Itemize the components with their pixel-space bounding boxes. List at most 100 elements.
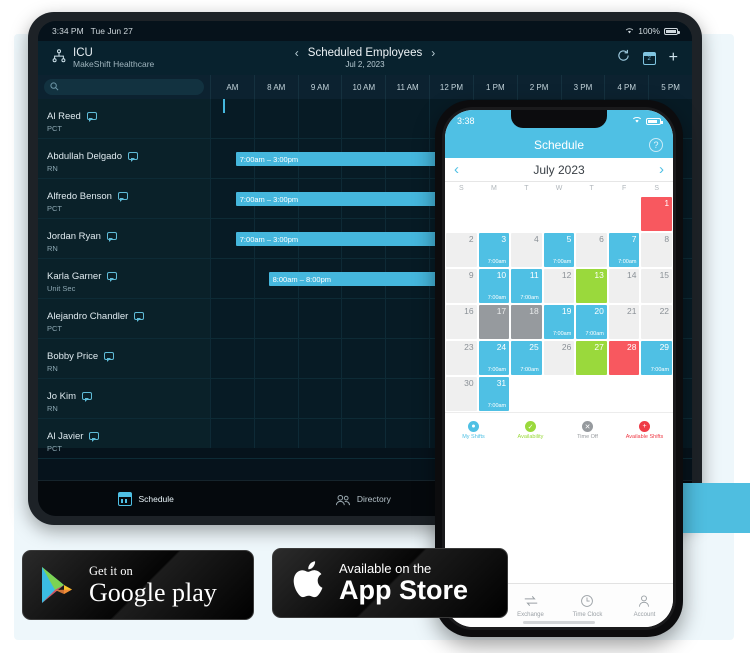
calendar-day-number: 26 xyxy=(561,342,572,352)
calendar-day-cell[interactable]: 18 xyxy=(511,305,542,339)
search-icon xyxy=(50,78,59,96)
chat-bubble-icon[interactable] xyxy=(104,352,115,362)
employee-row[interactable]: Jo Kim RN xyxy=(38,379,210,419)
time-axis-tick: 9 AM xyxy=(297,75,342,99)
tab-directory[interactable]: Directory xyxy=(335,493,391,505)
employee-row[interactable]: Karla Garner Unit Sec xyxy=(38,259,210,299)
calendar-day-number: 20 xyxy=(594,306,604,316)
time-axis-tick: 4 PM xyxy=(604,75,648,99)
employee-row[interactable]: Al Javier PCT xyxy=(38,419,210,459)
home-indicator xyxy=(523,621,595,624)
calendar-day-cell[interactable]: 14 xyxy=(608,269,640,303)
employee-row[interactable]: Alfredo Benson PCT xyxy=(38,179,210,219)
header-actions: 2 + xyxy=(617,49,678,67)
calendar-icon[interactable]: 2 xyxy=(642,51,656,65)
employee-row[interactable]: Bobby Price RN xyxy=(38,339,210,379)
time-axis-tick: 8 AM xyxy=(253,75,298,99)
calendar-day-cell[interactable]: 19 7:00am xyxy=(543,305,575,339)
calendar-day-cell[interactable]: 26 xyxy=(543,341,575,375)
calendar-day-cell[interactable]: 16 xyxy=(446,305,477,339)
calendar-day-cell[interactable]: 13 xyxy=(576,269,607,303)
calendar-day-cell[interactable]: 10 7:00am xyxy=(478,269,510,303)
unit-selector[interactable]: ICU MakeShift Healthcare xyxy=(52,47,154,70)
calendar-day-cell[interactable]: 25 7:00am xyxy=(511,341,542,375)
calendar-day-cell[interactable]: 30 xyxy=(446,377,477,411)
chat-bubble-icon[interactable] xyxy=(86,112,97,122)
clock-icon: ● xyxy=(468,421,479,432)
help-icon[interactable]: ? xyxy=(649,138,663,152)
tab-time-clock[interactable]: Time Clock xyxy=(559,594,616,618)
next-day-button[interactable]: › xyxy=(431,47,435,59)
tab-schedule[interactable]: Schedule xyxy=(118,491,174,506)
search-cell xyxy=(38,75,210,99)
legend-item[interactable]: ✕ Time Off xyxy=(559,421,616,440)
calendar-day-cell[interactable]: 28 xyxy=(608,341,640,375)
tab-exchange[interactable]: Exchange xyxy=(502,594,559,618)
chat-bubble-icon[interactable] xyxy=(106,232,117,242)
calendar-day-cell[interactable]: 1 xyxy=(641,197,673,231)
calendar-day-number: 30 xyxy=(464,378,474,388)
employee-row[interactable]: Abdullah Delgado RN xyxy=(38,139,210,179)
calendar-shift-time: 7:00am xyxy=(618,259,637,265)
employee-name: Bobby Price xyxy=(47,350,99,362)
google-play-icon xyxy=(39,565,75,605)
chat-bubble-icon[interactable] xyxy=(89,432,100,442)
calendar-day-cell xyxy=(608,197,640,231)
app-store-badge[interactable]: Available on the App Store xyxy=(272,548,508,618)
legend-item[interactable]: ✓ Availability xyxy=(502,421,559,440)
calendar-day-cell xyxy=(543,197,575,231)
calendar-day-cell[interactable]: 21 xyxy=(608,305,640,339)
calendar-day-cell[interactable]: 12 xyxy=(543,269,575,303)
calendar-day-number: 31 xyxy=(496,378,507,388)
calendar-day-cell[interactable]: 29 7:00am xyxy=(641,341,673,375)
people-icon xyxy=(335,493,351,505)
calendar-day-cell[interactable]: 27 xyxy=(576,341,607,375)
next-month-button[interactable]: › xyxy=(659,161,664,178)
search-input[interactable] xyxy=(63,82,198,92)
employee-role: PCT xyxy=(47,443,62,453)
employee-row[interactable]: Alejandro Chandler PCT xyxy=(38,299,210,339)
time-axis-tick: 12 PM xyxy=(429,75,473,99)
legend-item[interactable]: + Available Shifts xyxy=(616,421,673,440)
calendar-day-cell[interactable]: 6 xyxy=(576,233,607,267)
plus-icon[interactable]: + xyxy=(669,50,678,66)
tab-account[interactable]: Account xyxy=(616,594,673,618)
calendar-day-cell[interactable]: 2 xyxy=(446,233,477,267)
chat-bubble-icon[interactable] xyxy=(107,272,118,282)
tab-time-clock-label: Time Clock xyxy=(572,611,603,618)
calendar-day-cell[interactable]: 5 7:00am xyxy=(543,233,575,267)
calendar-day-cell[interactable]: 22 xyxy=(641,305,673,339)
refresh-icon[interactable] xyxy=(617,49,630,67)
search-box[interactable] xyxy=(44,79,204,95)
chat-bubble-icon[interactable] xyxy=(117,192,128,202)
employee-role: PCT xyxy=(47,323,62,333)
calendar-day-cell[interactable]: 4 xyxy=(511,233,542,267)
calendar-day-cell[interactable]: 23 xyxy=(446,341,477,375)
prev-month-button[interactable]: ‹ xyxy=(454,161,459,178)
chat-bubble-icon[interactable] xyxy=(128,152,139,162)
calendar-day-cell[interactable]: 3 7:00am xyxy=(478,233,510,267)
calendar-day-cell[interactable]: 11 7:00am xyxy=(511,269,542,303)
chat-bubble-icon[interactable] xyxy=(134,312,145,322)
chat-bubble-icon[interactable] xyxy=(82,392,93,402)
employee-column: Al Reed PCT Abdullah Delgado RN Alfredo Bens… xyxy=(38,99,210,459)
calendar-day-cell[interactable]: 24 7:00am xyxy=(478,341,510,375)
cancel-icon: ✕ xyxy=(582,421,593,432)
employee-row[interactable]: Jordan Ryan RN xyxy=(38,219,210,259)
prev-day-button[interactable]: ‹ xyxy=(295,47,299,59)
calendar-day-cell[interactable]: 31 7:00am xyxy=(478,377,510,411)
legend-item[interactable]: ● My Shifts xyxy=(445,421,502,440)
calendar-day-cell[interactable]: 17 xyxy=(478,305,510,339)
employee-row[interactable]: Al Reed PCT xyxy=(38,99,210,139)
calendar-day-cell[interactable]: 9 xyxy=(446,269,477,303)
calendar-day-cell[interactable]: 20 7:00am xyxy=(576,305,607,339)
google-play-badge[interactable]: Get it on Google play xyxy=(22,550,254,620)
time-axis-tick: 10 AM xyxy=(341,75,385,99)
calendar-day-cell xyxy=(446,197,477,231)
calendar-day-cell[interactable]: 7 7:00am xyxy=(608,233,640,267)
calendar-day-number: 28 xyxy=(627,342,637,352)
calendar-day-cell[interactable]: 15 xyxy=(641,269,673,303)
day-of-week-label: M xyxy=(490,185,497,192)
calendar-day-cell[interactable]: 8 xyxy=(641,233,673,267)
calendar-day-number: 5 xyxy=(566,234,572,244)
